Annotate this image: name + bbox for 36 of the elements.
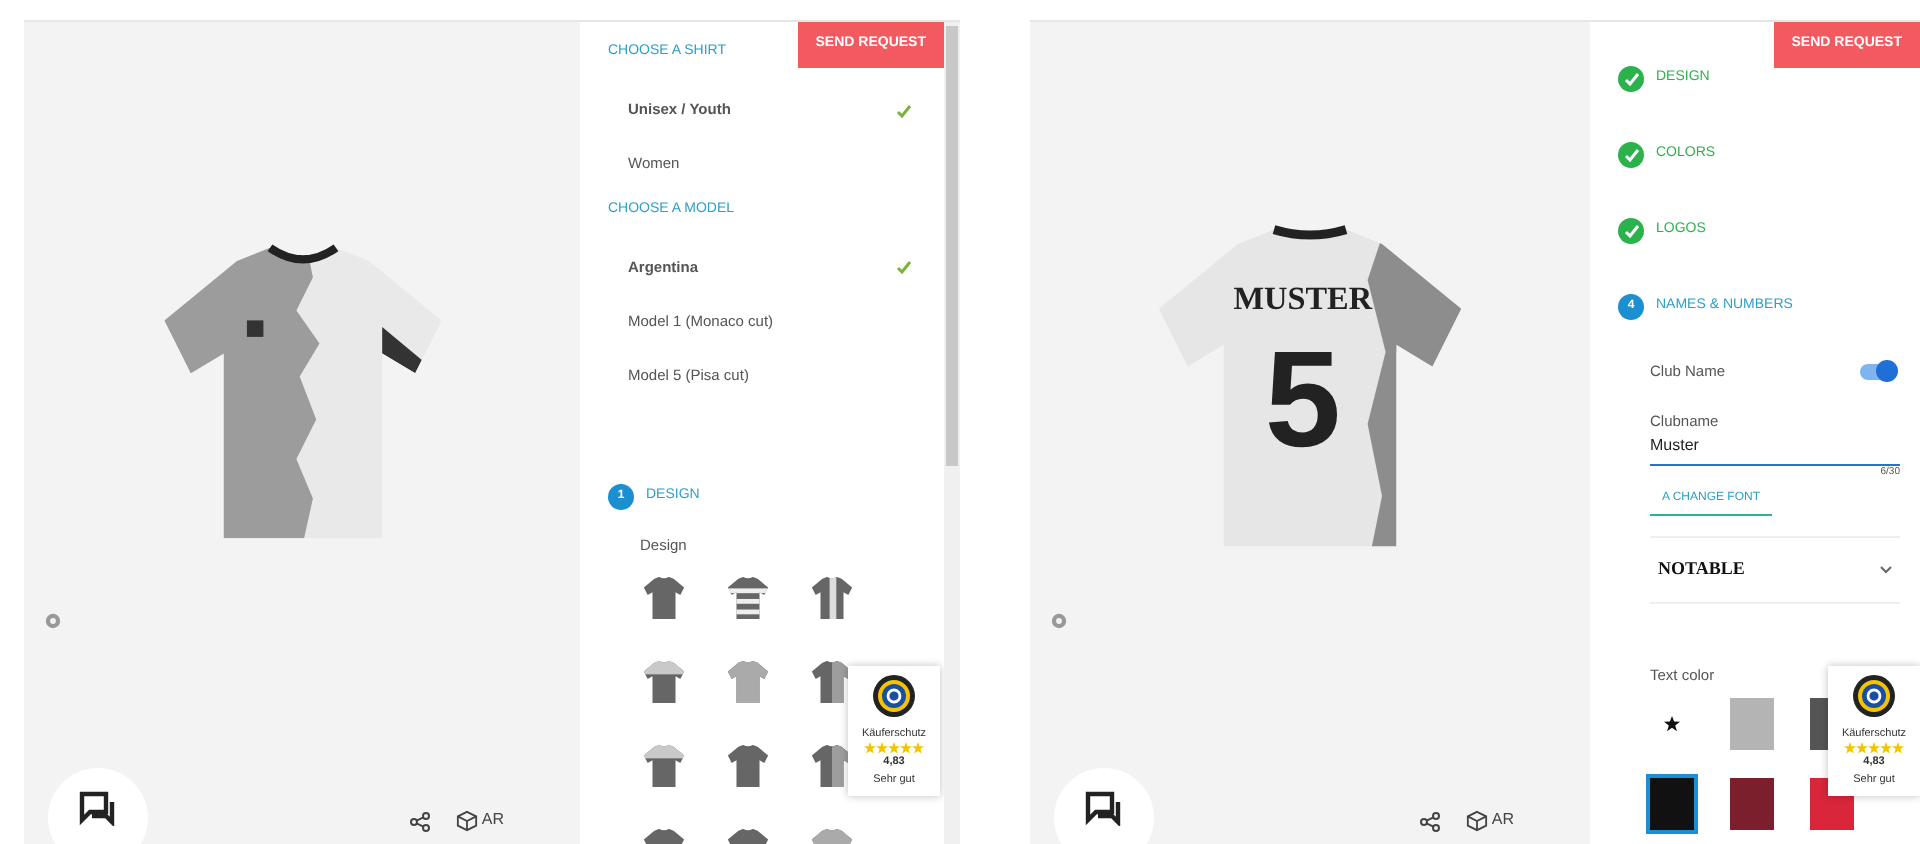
color-swatch[interactable] (1730, 778, 1774, 831)
chat-button[interactable] (1054, 768, 1154, 844)
settings-icon[interactable] (44, 612, 62, 630)
check-icon (896, 260, 912, 274)
caret-icon (1880, 566, 1892, 574)
shirt-number-text: 5 (1264, 323, 1341, 476)
scrollbar[interactable] (944, 22, 960, 844)
design-thumbnail[interactable] (640, 656, 688, 709)
share-button[interactable] (1420, 812, 1440, 832)
design-thumbnail[interactable] (724, 740, 772, 793)
seal-icon (872, 674, 916, 718)
seal-icon (1852, 674, 1896, 718)
design-thumbnail[interactable] (724, 656, 772, 709)
design-thumbnail[interactable] (724, 572, 772, 625)
share-button[interactable] (410, 812, 430, 832)
design-thumbnail[interactable] (640, 740, 688, 793)
field-value: Muster (1650, 433, 1701, 457)
share-icon (1420, 812, 1440, 832)
cube-icon (1465, 809, 1488, 831)
check-icon (896, 103, 912, 117)
chat-icon (78, 790, 118, 826)
shirt-name-text: MUSTER (1233, 280, 1373, 317)
chat-button[interactable] (48, 768, 148, 844)
chat-icon (1084, 790, 1124, 826)
color-swatch[interactable] (1730, 698, 1774, 751)
settings-icon[interactable] (1050, 612, 1068, 630)
font-dropdown[interactable]: NOTABLE (1650, 536, 1900, 604)
cube-icon (455, 809, 478, 831)
star-icon (1664, 716, 1680, 733)
design-thumbnail[interactable] (640, 572, 688, 625)
share-icon (410, 812, 430, 832)
design-thumbnail[interactable] (808, 572, 856, 625)
ar-button[interactable]: AR (1465, 808, 1514, 832)
color-swatch[interactable] (1650, 778, 1694, 831)
ar-button[interactable]: AR (455, 808, 504, 832)
club-name-toggle[interactable] (1860, 363, 1896, 380)
